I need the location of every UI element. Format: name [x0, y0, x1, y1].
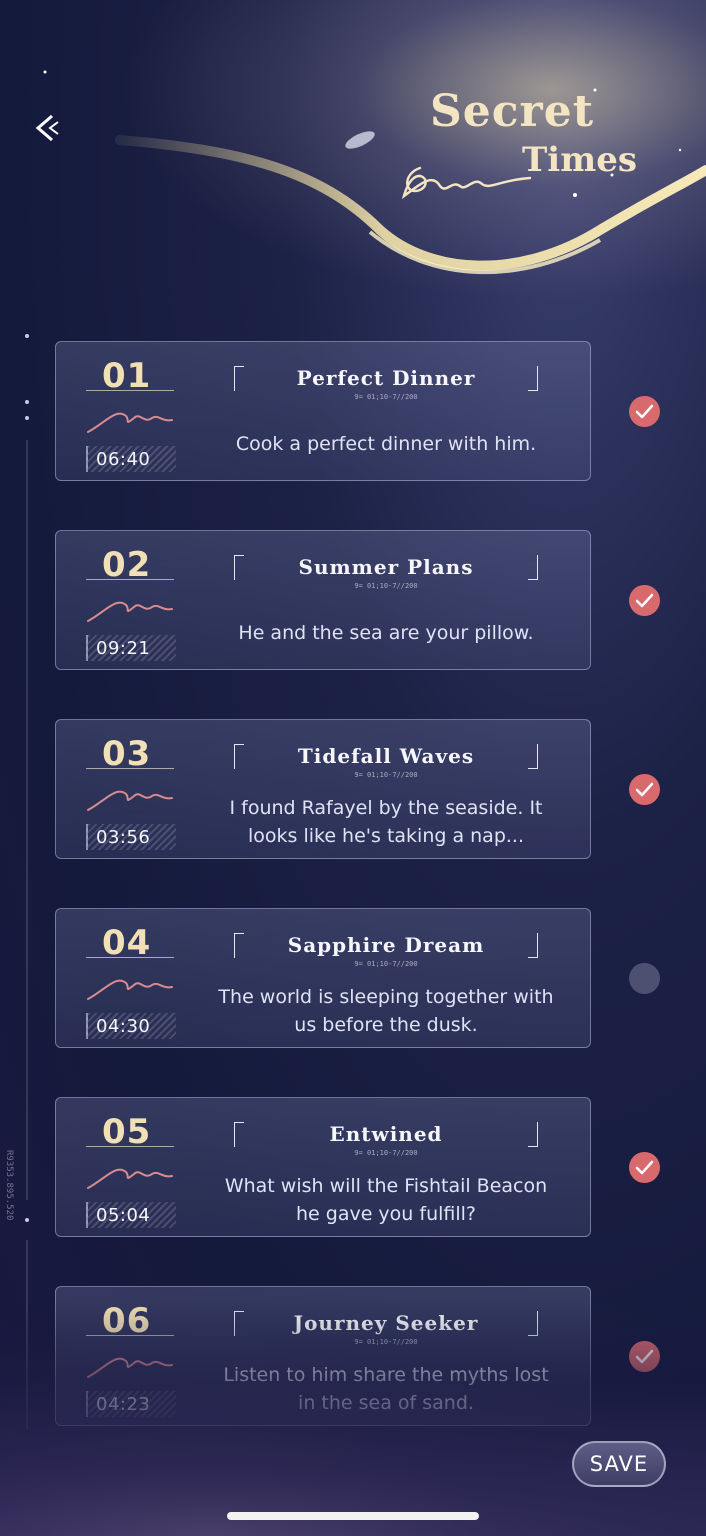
list-fade-overlay	[0, 1300, 706, 1536]
entry-description: Cook a perfect dinner with him.	[235, 433, 537, 455]
bracket-right	[528, 555, 538, 580]
bracket-left	[234, 555, 244, 580]
page-title: Secret Times	[400, 86, 680, 226]
entry-title: Tidefall Waves	[297, 744, 475, 768]
scribble-icon	[87, 412, 173, 433]
time-box: 04:30	[86, 1013, 176, 1039]
entry-title: Perfect Dinner	[296, 366, 476, 390]
scribble-icon	[87, 601, 173, 622]
number-divider	[86, 768, 174, 769]
checkmark-icon	[635, 1160, 654, 1175]
entry-code: 9= 01;10-7//200	[354, 771, 418, 779]
entry-description: The world is sleeping together with us b…	[218, 986, 554, 1036]
entry-title: Sapphire Dream	[287, 933, 485, 957]
bracket-right	[528, 1122, 538, 1147]
completed-check-icon[interactable]	[629, 585, 660, 616]
time-box: 05:04	[86, 1202, 176, 1228]
entry-title: Summer Plans	[298, 555, 474, 579]
time-box: 06:40	[86, 446, 176, 472]
entry-description: What wish will the Fishtail Beacon he ga…	[224, 1175, 548, 1225]
checkmark-icon	[635, 782, 654, 797]
entry-title: Entwined	[329, 1122, 443, 1146]
scribble-icon	[87, 979, 173, 1000]
bracket-right	[528, 744, 538, 769]
side-code-text: R9353.895.520	[4, 1150, 14, 1221]
time-box: 03:56	[86, 824, 176, 850]
scribble-icon	[87, 1168, 173, 1189]
entry-time: 04:30	[96, 1016, 151, 1037]
completed-check-icon[interactable]	[629, 774, 660, 805]
number-divider	[86, 390, 174, 391]
bracket-left	[234, 933, 244, 958]
bracket-left	[234, 366, 244, 391]
bracket-left	[234, 1122, 244, 1147]
number-divider	[86, 579, 174, 580]
memory-card[interactable]: 03 03:56 Tidefall Waves 9= 01;10-7//200 I fo…	[55, 719, 591, 859]
bracket-right	[528, 933, 538, 958]
number-divider	[86, 1146, 174, 1147]
entry-time: 09:21	[96, 638, 151, 659]
home-indicator	[227, 1512, 479, 1520]
entry-code: 9= 01;10-7//200	[354, 582, 418, 590]
completed-check-icon[interactable]	[629, 396, 660, 427]
entry-code: 9= 01;10-7//200	[354, 393, 418, 401]
back-button[interactable]	[28, 108, 68, 148]
time-box: 09:21	[86, 635, 176, 661]
incomplete-circle-icon[interactable]	[629, 963, 660, 994]
chevron-left-icon	[35, 114, 59, 142]
scribble-icon	[87, 790, 173, 811]
checkmark-icon	[635, 404, 654, 419]
checkmark-icon	[635, 593, 654, 608]
timeline-decoration	[25, 334, 29, 1430]
memory-card[interactable]: 02 09:21 Summer Plans 9= 01;10-7//200 He and…	[55, 530, 591, 670]
signature-icon	[401, 166, 532, 200]
entry-code: 9= 01;10-7//200	[354, 960, 418, 968]
number-divider	[86, 957, 174, 958]
memory-card[interactable]: 01 06:40 Perfect Dinner 9= 01;10-7//200 Cook…	[55, 341, 591, 481]
save-button[interactable]: SAVE	[572, 1441, 666, 1487]
entry-time: 05:04	[96, 1205, 151, 1226]
entry-description: He and the sea are your pillow.	[238, 622, 534, 644]
completed-check-icon[interactable]	[629, 1152, 660, 1183]
memory-card[interactable]: 05 05:04 Entwined 9= 01;10-7//200 What wish …	[55, 1097, 591, 1237]
entry-code: 9= 01;10-7//200	[354, 1149, 418, 1157]
memory-card[interactable]: 04 04:30 Sapphire Dream 9= 01;10-7//200 The …	[55, 908, 591, 1048]
entry-time: 06:40	[96, 449, 151, 470]
title-line-1: Secret	[430, 86, 595, 137]
entry-description: I found Rafayel by the seaside. It looks…	[229, 797, 543, 847]
bracket-right	[528, 366, 538, 391]
entry-time: 03:56	[96, 827, 151, 848]
bracket-left	[234, 744, 244, 769]
